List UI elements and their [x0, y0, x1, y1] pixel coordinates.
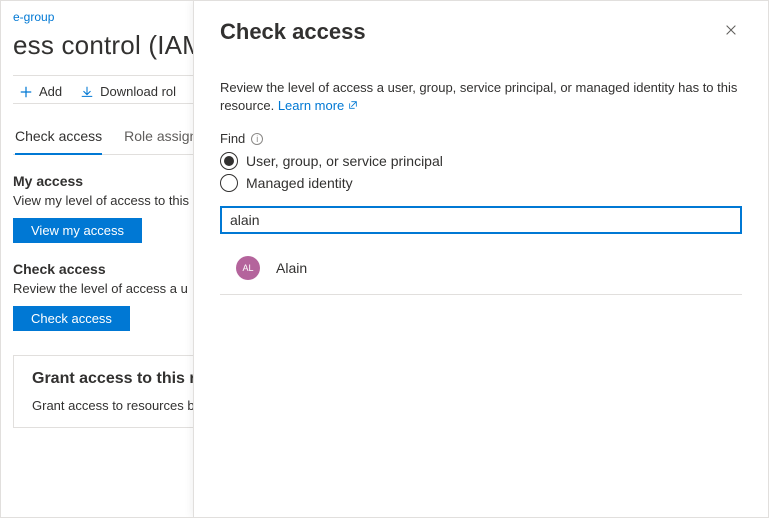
add-label: Add: [39, 84, 62, 99]
find-radio-group: User, group, or service principal Manage…: [220, 152, 742, 192]
download-icon: [80, 85, 94, 99]
close-icon: [724, 23, 738, 37]
avatar: AL: [236, 256, 260, 280]
check-access-button[interactable]: Check access: [13, 306, 130, 331]
info-icon[interactable]: i: [251, 133, 263, 145]
flyout-description: Review the level of access a user, group…: [220, 79, 742, 115]
plus-icon: [19, 85, 33, 99]
tab-check-access[interactable]: Check access: [15, 122, 102, 154]
radio-user-group-sp[interactable]: User, group, or service principal: [220, 152, 742, 170]
search-result-name: Alain: [276, 260, 307, 276]
learn-more-link[interactable]: Learn more: [278, 98, 358, 113]
radio-indicator-unchecked: [220, 174, 238, 192]
tab-role-assignments[interactable]: Role assign: [124, 122, 197, 154]
view-my-access-button[interactable]: View my access: [13, 218, 142, 243]
find-label-text: Find: [220, 131, 245, 146]
radio-managed-identity[interactable]: Managed identity: [220, 174, 742, 192]
radio-indicator-checked: [220, 152, 238, 170]
external-link-icon: [348, 100, 358, 110]
breadcrumb-link[interactable]: e-group: [13, 10, 54, 24]
download-role-button[interactable]: Download rol: [80, 84, 176, 99]
download-label: Download rol: [100, 84, 176, 99]
flyout-title: Check access: [220, 19, 366, 45]
radio-managed-label: Managed identity: [246, 175, 353, 191]
find-label: Find i: [220, 131, 742, 146]
search-result-item[interactable]: AL Alain: [220, 242, 742, 295]
radio-user-label: User, group, or service principal: [246, 153, 443, 169]
check-access-flyout: Check access Review the level of access …: [193, 1, 768, 517]
search-input[interactable]: [220, 206, 742, 234]
add-button[interactable]: Add: [19, 84, 62, 99]
close-button[interactable]: [720, 19, 742, 43]
